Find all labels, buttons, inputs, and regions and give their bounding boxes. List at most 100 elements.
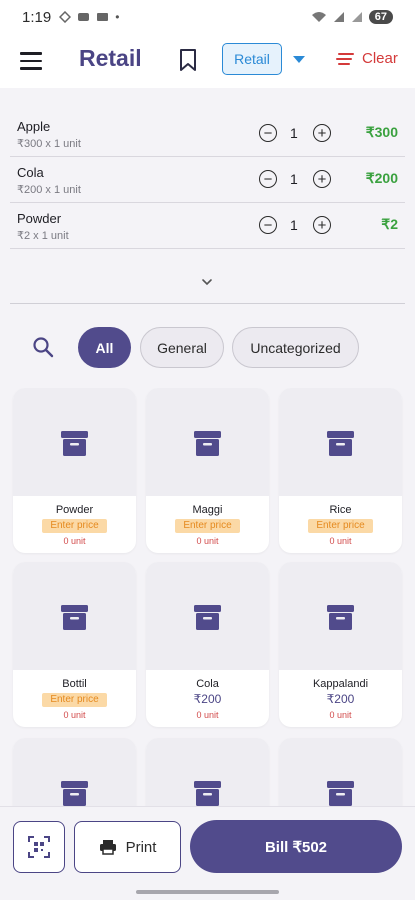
home-indicator[interactable]: [136, 890, 279, 894]
product-price: ₹200: [326, 692, 355, 706]
qr-scan-icon: [28, 836, 50, 858]
increase-quantity-button[interactable]: +: [313, 170, 331, 188]
archive-box-icon: [327, 431, 354, 456]
clear-label: Clear: [362, 50, 398, 67]
cart-item-detail: ₹200 x 1 unit: [17, 184, 81, 196]
cart-item-name: Powder: [17, 211, 62, 226]
menu-icon[interactable]: [20, 52, 42, 70]
product-name: Rice: [329, 504, 352, 516]
archive-box-icon: [61, 781, 88, 806]
bookmark-icon[interactable]: [177, 48, 199, 72]
print-button[interactable]: Print: [74, 821, 181, 873]
archive-box-icon: [194, 781, 221, 806]
product-name: Cola: [196, 678, 219, 690]
cart-item-quantity: 1: [290, 125, 298, 141]
product-units: 0 unit: [63, 710, 86, 720]
archive-box-icon: [327, 781, 354, 806]
product-thumbnail: [279, 562, 402, 670]
battery-indicator: 67: [368, 10, 393, 24]
clear-all-icon: [336, 52, 354, 65]
chip-uncategorized[interactable]: Uncategorized: [232, 327, 359, 368]
printer-icon: [99, 840, 116, 855]
cart-item: Cola ₹200 x 1 unit − 1 + ₹200: [10, 158, 405, 203]
cart-item-quantity: 1: [290, 217, 298, 233]
product-name: Kappalandi: [312, 678, 369, 690]
status-time: 1:19: [22, 8, 52, 26]
decrease-quantity-button[interactable]: −: [259, 124, 277, 142]
cart-list: Apple ₹300 x 1 unit − 1 + ₹300 Cola ₹200…: [0, 88, 415, 304]
bill-button[interactable]: Bill ₹502: [190, 820, 402, 873]
scan-qr-button[interactable]: [13, 821, 65, 873]
divider: [10, 303, 405, 304]
product-card[interactable]: Kappalandi ₹200 0 unit: [279, 562, 402, 727]
page-title: Retail: [79, 45, 142, 71]
gallery-icon: [97, 13, 109, 21]
product-units: 0 unit: [63, 536, 86, 546]
signal-2-icon: [351, 12, 362, 22]
decrease-quantity-button[interactable]: −: [259, 170, 277, 188]
product-thumbnail: [279, 738, 402, 806]
product-thumbnail: [13, 562, 136, 670]
product-units: 0 unit: [329, 536, 352, 546]
chip-general[interactable]: General: [140, 327, 224, 368]
archive-box-icon: [194, 605, 221, 630]
notification-diamond-icon: [59, 11, 72, 23]
product-units: 0 unit: [329, 710, 352, 720]
increase-quantity-button[interactable]: +: [313, 124, 331, 142]
product-card[interactable]: Rice Enter price 0 unit: [279, 388, 402, 553]
archive-box-icon: [194, 431, 221, 456]
product-name: Bottil: [62, 678, 87, 690]
cart-item-name: Apple: [17, 119, 51, 134]
system-icons: 67: [311, 10, 393, 24]
chip-all[interactable]: All: [78, 327, 131, 368]
archive-box-icon: [61, 431, 88, 456]
decrease-quantity-button[interactable]: −: [259, 216, 277, 234]
category-filters: All General Uncategorized: [0, 320, 415, 376]
product-card[interactable]: Maggi Enter price 0 unit: [146, 388, 269, 553]
cart-item-total: ₹200: [365, 170, 398, 186]
clear-button[interactable]: Clear: [336, 50, 398, 67]
cart-item-name: Cola: [17, 165, 44, 180]
enter-price-badge[interactable]: Enter price: [42, 693, 107, 707]
search-icon[interactable]: [32, 336, 54, 358]
product-thumbnail: [146, 388, 269, 496]
product-thumbnail: [146, 738, 269, 806]
cart-item-quantity: 1: [290, 171, 298, 187]
wifi-icon: [311, 12, 326, 22]
status-bar: 1:19 • 67: [0, 0, 415, 34]
message-icon: [78, 13, 90, 21]
print-label: Print: [125, 838, 157, 856]
dot-icon: •: [115, 10, 120, 24]
cart-item-detail: ₹300 x 1 unit: [17, 138, 81, 150]
product-card[interactable]: [146, 738, 269, 806]
enter-price-badge[interactable]: Enter price: [42, 519, 107, 533]
enter-price-badge[interactable]: Enter price: [175, 519, 240, 533]
product-card[interactable]: Powder Enter price 0 unit: [13, 388, 136, 553]
cart-item-total: ₹300: [365, 124, 398, 140]
chevron-down-icon[interactable]: [293, 56, 305, 63]
product-units: 0 unit: [196, 536, 219, 546]
cart-item: Apple ₹300 x 1 unit − 1 + ₹300: [10, 112, 405, 157]
product-thumbnail: [279, 388, 402, 496]
app-bar: Retail Retail Clear: [0, 34, 415, 88]
cart-item-total: ₹2: [381, 216, 398, 232]
product-card[interactable]: [13, 738, 136, 806]
product-price: ₹200: [193, 692, 222, 706]
product-thumbnail: [13, 388, 136, 496]
enter-price-badge[interactable]: Enter price: [308, 519, 373, 533]
product-card[interactable]: [279, 738, 402, 806]
product-units: 0 unit: [196, 710, 219, 720]
increase-quantity-button[interactable]: +: [313, 216, 331, 234]
archive-box-icon: [327, 605, 354, 630]
cart-item-detail: ₹2 x 1 unit: [17, 230, 69, 242]
expand-cart-chevron-icon[interactable]: [201, 276, 213, 288]
archive-box-icon: [61, 605, 88, 630]
product-name: Maggi: [192, 504, 223, 516]
product-card[interactable]: Cola ₹200 0 unit: [146, 562, 269, 727]
product-grid: Powder Enter price 0 unit Maggi Enter pr…: [0, 388, 415, 806]
product-name: Powder: [55, 504, 94, 516]
bottom-action-bar: Print Bill ₹502: [0, 806, 415, 900]
product-thumbnail: [13, 738, 136, 806]
mode-dropdown[interactable]: Retail: [222, 43, 282, 75]
product-card[interactable]: Bottil Enter price 0 unit: [13, 562, 136, 727]
